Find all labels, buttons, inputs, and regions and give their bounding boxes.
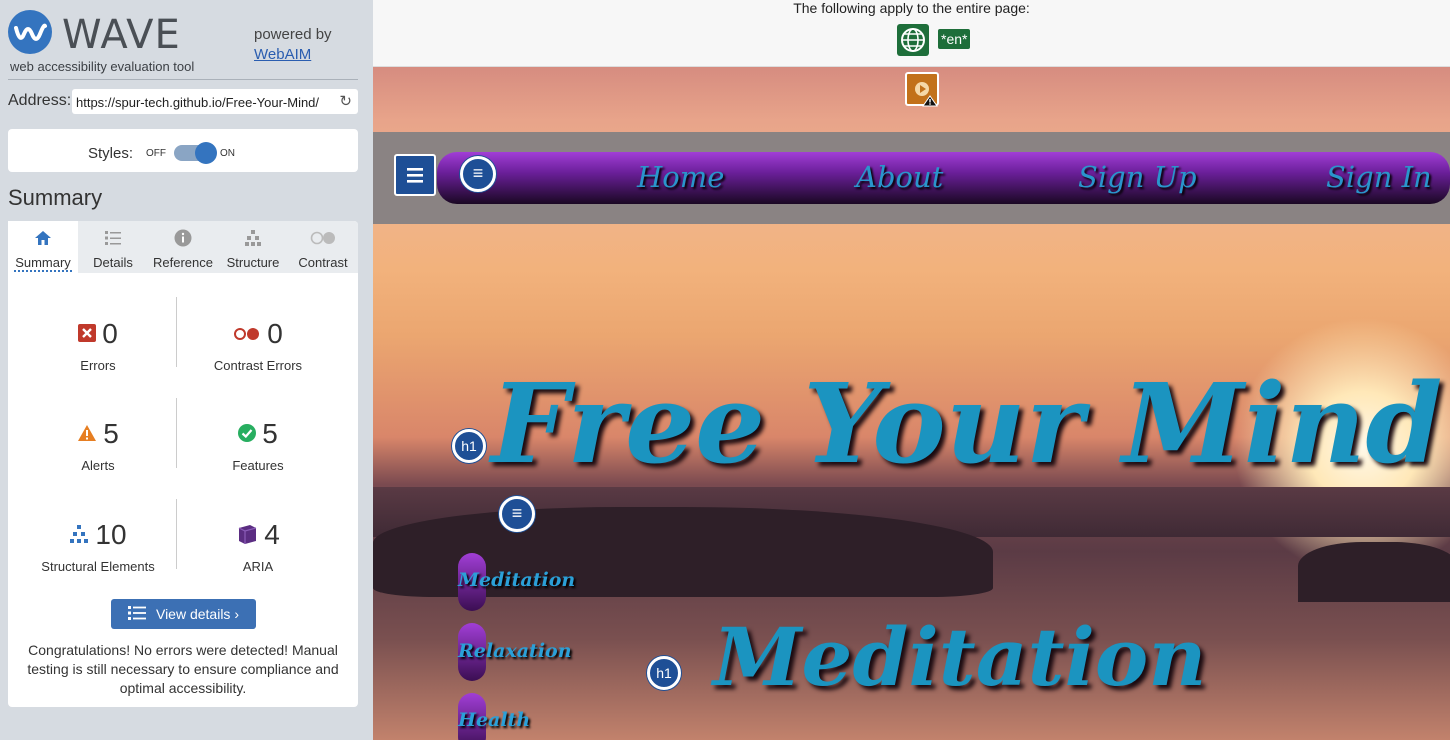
list-badge-icon[interactable]: ≡ <box>460 156 496 192</box>
styles-toggle-panel: Styles: OFF ON <box>8 129 358 172</box>
side-link-relaxation[interactable]: Relaxation <box>458 640 572 662</box>
alerts-label: Alerts <box>81 458 115 473</box>
features-count: 5 <box>262 418 278 449</box>
feature-check-icon <box>238 424 257 447</box>
info-icon <box>148 229 218 249</box>
errors-count: 0 <box>102 318 118 349</box>
contrast-errors-count: 0 <box>267 318 283 349</box>
aria-label: ARIA <box>242 559 274 574</box>
webaim-link[interactable]: WebAIM <box>254 46 311 63</box>
errors-label: Errors <box>80 358 116 373</box>
styles-toggle-knob[interactable] <box>195 142 217 164</box>
language-globe-icon[interactable] <box>897 24 929 56</box>
reload-icon[interactable]: ↻ <box>339 92 352 110</box>
powered-by-text: powered by <box>254 26 332 43</box>
aria-count: 4 <box>264 519 280 550</box>
stat-aria[interactable]: 4 ARIA <box>178 519 338 574</box>
tab-bar: Summary Details Reference Structure Cont… <box>8 221 358 273</box>
wave-title: WAVE <box>62 12 181 58</box>
alert-icon <box>77 424 97 447</box>
divider <box>8 79 358 80</box>
stat-contrast-errors[interactable]: 0 Contrast Errors <box>178 318 338 373</box>
error-icon <box>78 324 97 347</box>
structure-icon <box>69 525 89 548</box>
tab-structure-label: Structure <box>226 255 280 270</box>
tab-details-label: Details <box>93 255 133 270</box>
contrast-icon <box>288 229 358 249</box>
tab-summary[interactable]: Summary <box>8 221 78 273</box>
contrast-errors-label: Contrast Errors <box>213 358 303 373</box>
stat-structural[interactable]: 10 Structural Elements <box>18 519 178 574</box>
language-badge[interactable]: *en* <box>938 29 971 49</box>
video-alert-icon[interactable] <box>905 72 939 107</box>
hierarchy-icon <box>218 229 288 249</box>
aria-cube-icon <box>236 523 258 550</box>
summary-panel: Summary Details Reference Structure Cont… <box>8 221 358 707</box>
rock-right <box>1298 542 1450 602</box>
tab-reference[interactable]: Reference <box>148 221 218 273</box>
page-preview: ≡ Home About Sign Up Sign In h1 Free You… <box>373 67 1450 740</box>
list-icon <box>127 600 146 630</box>
tab-contrast-label: Contrast <box>298 255 348 270</box>
address-label: Address: <box>8 92 72 109</box>
wave-sidebar: WAVE web accessibility evaluation tool p… <box>0 0 373 740</box>
styles-on-label: ON <box>220 148 235 159</box>
section-title: Meditation <box>713 610 1207 704</box>
site-navbar <box>437 152 1450 204</box>
nav-home[interactable]: Home <box>637 160 724 194</box>
contrast-error-icon <box>233 325 261 346</box>
list-badge-icon[interactable]: ≡ <box>499 496 535 532</box>
home-icon <box>8 229 78 249</box>
styles-label: Styles: <box>88 145 134 162</box>
aria-nav-icon[interactable] <box>394 154 436 196</box>
address-value: https://spur-tech.github.io/Free-Your-Mi… <box>76 95 320 110</box>
view-details-button[interactable]: View details › <box>111 599 256 629</box>
tab-reference-label: Reference <box>153 255 213 270</box>
congrats-message: Congratulations! No errors were detected… <box>27 642 339 696</box>
page-level-notices: The following apply to the entire page: … <box>373 0 1450 67</box>
powered-by: powered by WebAIM <box>254 25 332 65</box>
tab-structure[interactable]: Structure <box>218 221 288 273</box>
h1-badge-icon[interactable]: h1 <box>452 429 486 463</box>
view-details-label: View details › <box>155 606 239 622</box>
structural-label: Structural Elements <box>41 559 155 574</box>
styles-off-label: OFF <box>146 148 166 159</box>
address-input[interactable]: https://spur-tech.github.io/Free-Your-Mi… <box>72 89 358 114</box>
alerts-count: 5 <box>103 418 119 449</box>
wave-logo-icon <box>8 10 52 54</box>
nav-about[interactable]: About <box>856 160 943 194</box>
tab-details[interactable]: Details <box>78 221 148 273</box>
features-label: Features <box>232 458 284 473</box>
list-icon <box>78 229 148 249</box>
hero-title: Free Your Mind <box>491 359 1443 488</box>
tab-contrast[interactable]: Contrast <box>288 221 358 273</box>
stat-alerts[interactable]: 5 Alerts <box>18 418 178 473</box>
h1-badge-icon[interactable]: h1 <box>647 656 681 690</box>
wave-tagline: web accessibility evaluation tool <box>10 59 195 74</box>
tab-summary-label: Summary <box>14 255 72 272</box>
structural-count: 10 <box>95 519 127 550</box>
side-link-meditation[interactable]: Meditation <box>458 569 575 591</box>
nav-sign-in[interactable]: Sign In <box>1326 160 1432 194</box>
stat-features[interactable]: 5 Features <box>178 418 338 473</box>
stat-errors[interactable]: 0 Errors <box>18 318 178 373</box>
side-link-health[interactable]: Health <box>458 709 530 731</box>
nav-sign-up[interactable]: Sign Up <box>1078 160 1197 194</box>
page-notice-text: The following apply to the entire page: <box>793 0 1030 16</box>
summary-heading: Summary <box>8 185 103 210</box>
